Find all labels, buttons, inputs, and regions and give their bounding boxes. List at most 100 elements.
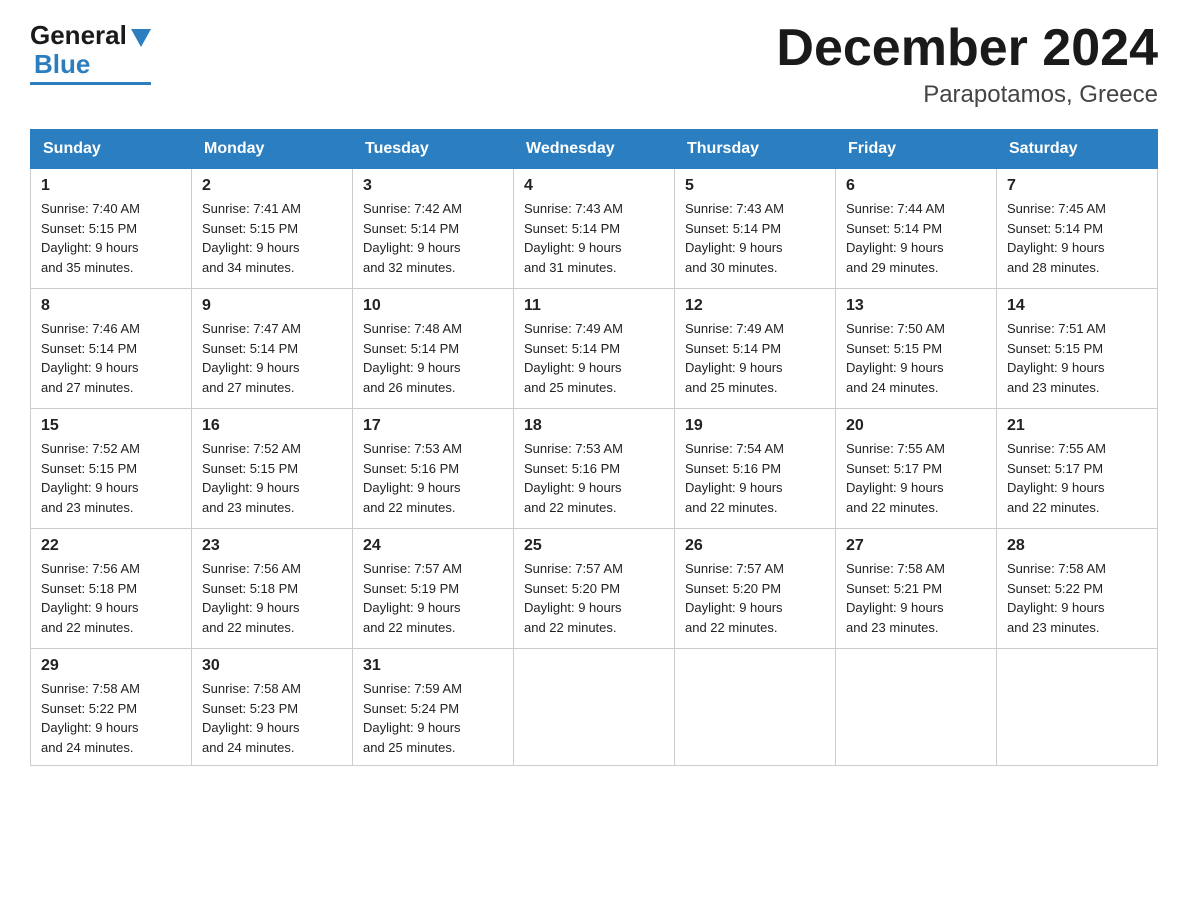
- calendar-cell: 12 Sunrise: 7:49 AMSunset: 5:14 PMDaylig…: [675, 289, 836, 409]
- day-number: 3: [363, 177, 503, 195]
- day-number: 31: [363, 657, 503, 675]
- calendar-cell: 20 Sunrise: 7:55 AMSunset: 5:17 PMDaylig…: [836, 409, 997, 529]
- day-number: 23: [202, 537, 342, 555]
- day-number: 26: [685, 537, 825, 555]
- header-sunday: Sunday: [31, 130, 192, 169]
- day-number: 16: [202, 417, 342, 435]
- day-number: 8: [41, 297, 181, 315]
- day-info: Sunrise: 7:55 AMSunset: 5:17 PMDaylight:…: [846, 439, 986, 517]
- header-tuesday: Tuesday: [353, 130, 514, 169]
- day-info: Sunrise: 7:46 AMSunset: 5:14 PMDaylight:…: [41, 319, 181, 397]
- calendar-cell: [997, 649, 1158, 766]
- header-wednesday: Wednesday: [514, 130, 675, 169]
- day-info: Sunrise: 7:58 AMSunset: 5:23 PMDaylight:…: [202, 679, 342, 757]
- day-number: 24: [363, 537, 503, 555]
- header-friday: Friday: [836, 130, 997, 169]
- day-info: Sunrise: 7:53 AMSunset: 5:16 PMDaylight:…: [363, 439, 503, 517]
- calendar-cell: 31 Sunrise: 7:59 AMSunset: 5:24 PMDaylig…: [353, 649, 514, 766]
- day-info: Sunrise: 7:54 AMSunset: 5:16 PMDaylight:…: [685, 439, 825, 517]
- calendar-cell: 16 Sunrise: 7:52 AMSunset: 5:15 PMDaylig…: [192, 409, 353, 529]
- day-info: Sunrise: 7:59 AMSunset: 5:24 PMDaylight:…: [363, 679, 503, 757]
- calendar-week-row: 8 Sunrise: 7:46 AMSunset: 5:14 PMDayligh…: [31, 289, 1158, 409]
- logo-triangle-icon: [131, 29, 151, 47]
- calendar-cell: [514, 649, 675, 766]
- day-info: Sunrise: 7:43 AMSunset: 5:14 PMDaylight:…: [685, 199, 825, 277]
- calendar-week-row: 29 Sunrise: 7:58 AMSunset: 5:22 PMDaylig…: [31, 649, 1158, 766]
- day-info: Sunrise: 7:57 AMSunset: 5:20 PMDaylight:…: [685, 559, 825, 637]
- page-header: General Blue December 2024 Parapotamos, …: [30, 20, 1158, 109]
- day-number: 10: [363, 297, 503, 315]
- day-info: Sunrise: 7:43 AMSunset: 5:14 PMDaylight:…: [524, 199, 664, 277]
- day-info: Sunrise: 7:52 AMSunset: 5:15 PMDaylight:…: [41, 439, 181, 517]
- calendar-header-row: SundayMondayTuesdayWednesdayThursdayFrid…: [31, 130, 1158, 169]
- day-number: 4: [524, 177, 664, 195]
- calendar-cell: 14 Sunrise: 7:51 AMSunset: 5:15 PMDaylig…: [997, 289, 1158, 409]
- day-number: 12: [685, 297, 825, 315]
- day-number: 30: [202, 657, 342, 675]
- day-info: Sunrise: 7:47 AMSunset: 5:14 PMDaylight:…: [202, 319, 342, 397]
- day-number: 17: [363, 417, 503, 435]
- day-number: 5: [685, 177, 825, 195]
- calendar-cell: 21 Sunrise: 7:55 AMSunset: 5:17 PMDaylig…: [997, 409, 1158, 529]
- day-info: Sunrise: 7:58 AMSunset: 5:22 PMDaylight:…: [1007, 559, 1147, 637]
- day-number: 1: [41, 177, 181, 195]
- calendar-cell: 25 Sunrise: 7:57 AMSunset: 5:20 PMDaylig…: [514, 529, 675, 649]
- calendar-week-row: 15 Sunrise: 7:52 AMSunset: 5:15 PMDaylig…: [31, 409, 1158, 529]
- day-number: 9: [202, 297, 342, 315]
- calendar-table: SundayMondayTuesdayWednesdayThursdayFrid…: [30, 129, 1158, 766]
- day-number: 21: [1007, 417, 1147, 435]
- day-number: 6: [846, 177, 986, 195]
- day-number: 2: [202, 177, 342, 195]
- calendar-cell: 22 Sunrise: 7:56 AMSunset: 5:18 PMDaylig…: [31, 529, 192, 649]
- day-info: Sunrise: 7:56 AMSunset: 5:18 PMDaylight:…: [41, 559, 181, 637]
- day-number: 19: [685, 417, 825, 435]
- day-info: Sunrise: 7:40 AMSunset: 5:15 PMDaylight:…: [41, 199, 181, 277]
- calendar-cell: 24 Sunrise: 7:57 AMSunset: 5:19 PMDaylig…: [353, 529, 514, 649]
- calendar-cell: 26 Sunrise: 7:57 AMSunset: 5:20 PMDaylig…: [675, 529, 836, 649]
- header-saturday: Saturday: [997, 130, 1158, 169]
- day-number: 25: [524, 537, 664, 555]
- title-block: December 2024 Parapotamos, Greece: [776, 20, 1158, 109]
- day-info: Sunrise: 7:49 AMSunset: 5:14 PMDaylight:…: [524, 319, 664, 397]
- calendar-cell: 5 Sunrise: 7:43 AMSunset: 5:14 PMDayligh…: [675, 169, 836, 289]
- calendar-week-row: 22 Sunrise: 7:56 AMSunset: 5:18 PMDaylig…: [31, 529, 1158, 649]
- calendar-cell: 27 Sunrise: 7:58 AMSunset: 5:21 PMDaylig…: [836, 529, 997, 649]
- logo-blue-text: Blue: [34, 49, 90, 80]
- calendar-cell: 28 Sunrise: 7:58 AMSunset: 5:22 PMDaylig…: [997, 529, 1158, 649]
- day-info: Sunrise: 7:50 AMSunset: 5:15 PMDaylight:…: [846, 319, 986, 397]
- calendar-cell: 7 Sunrise: 7:45 AMSunset: 5:14 PMDayligh…: [997, 169, 1158, 289]
- calendar-cell: 23 Sunrise: 7:56 AMSunset: 5:18 PMDaylig…: [192, 529, 353, 649]
- calendar-cell: 1 Sunrise: 7:40 AMSunset: 5:15 PMDayligh…: [31, 169, 192, 289]
- day-info: Sunrise: 7:56 AMSunset: 5:18 PMDaylight:…: [202, 559, 342, 637]
- logo-general-text: General: [30, 20, 127, 51]
- calendar-cell: 8 Sunrise: 7:46 AMSunset: 5:14 PMDayligh…: [31, 289, 192, 409]
- calendar-cell: 9 Sunrise: 7:47 AMSunset: 5:14 PMDayligh…: [192, 289, 353, 409]
- day-info: Sunrise: 7:57 AMSunset: 5:20 PMDaylight:…: [524, 559, 664, 637]
- calendar-week-row: 1 Sunrise: 7:40 AMSunset: 5:15 PMDayligh…: [31, 169, 1158, 289]
- day-info: Sunrise: 7:41 AMSunset: 5:15 PMDaylight:…: [202, 199, 342, 277]
- day-info: Sunrise: 7:48 AMSunset: 5:14 PMDaylight:…: [363, 319, 503, 397]
- day-number: 27: [846, 537, 986, 555]
- day-number: 18: [524, 417, 664, 435]
- day-number: 7: [1007, 177, 1147, 195]
- calendar-cell: 10 Sunrise: 7:48 AMSunset: 5:14 PMDaylig…: [353, 289, 514, 409]
- calendar-cell: 17 Sunrise: 7:53 AMSunset: 5:16 PMDaylig…: [353, 409, 514, 529]
- day-number: 15: [41, 417, 181, 435]
- calendar-cell: 4 Sunrise: 7:43 AMSunset: 5:14 PMDayligh…: [514, 169, 675, 289]
- day-info: Sunrise: 7:55 AMSunset: 5:17 PMDaylight:…: [1007, 439, 1147, 517]
- day-number: 22: [41, 537, 181, 555]
- day-number: 13: [846, 297, 986, 315]
- day-number: 28: [1007, 537, 1147, 555]
- calendar-cell: 29 Sunrise: 7:58 AMSunset: 5:22 PMDaylig…: [31, 649, 192, 766]
- logo-underline: [30, 82, 151, 85]
- day-info: Sunrise: 7:45 AMSunset: 5:14 PMDaylight:…: [1007, 199, 1147, 277]
- calendar-cell: 19 Sunrise: 7:54 AMSunset: 5:16 PMDaylig…: [675, 409, 836, 529]
- day-info: Sunrise: 7:51 AMSunset: 5:15 PMDaylight:…: [1007, 319, 1147, 397]
- header-thursday: Thursday: [675, 130, 836, 169]
- calendar-cell: 13 Sunrise: 7:50 AMSunset: 5:15 PMDaylig…: [836, 289, 997, 409]
- day-info: Sunrise: 7:44 AMSunset: 5:14 PMDaylight:…: [846, 199, 986, 277]
- logo: General Blue: [30, 20, 151, 85]
- day-info: Sunrise: 7:49 AMSunset: 5:14 PMDaylight:…: [685, 319, 825, 397]
- day-info: Sunrise: 7:57 AMSunset: 5:19 PMDaylight:…: [363, 559, 503, 637]
- calendar-cell: 30 Sunrise: 7:58 AMSunset: 5:23 PMDaylig…: [192, 649, 353, 766]
